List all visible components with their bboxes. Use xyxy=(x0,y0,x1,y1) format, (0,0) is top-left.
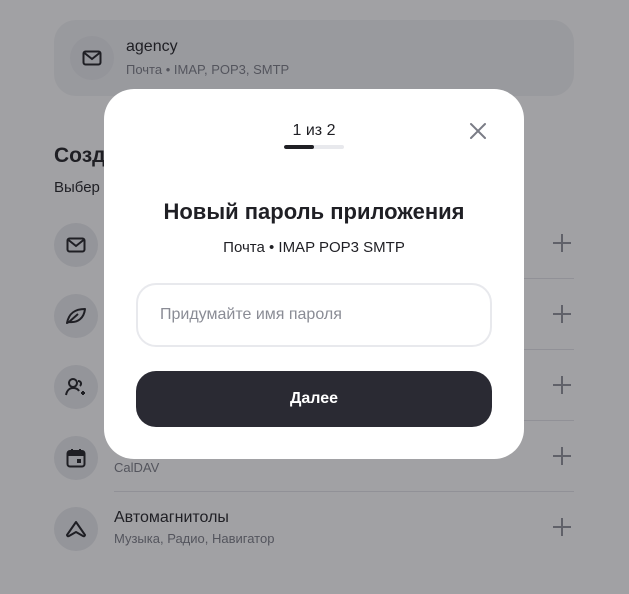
new-app-password-dialog: 1 из 2 Новый пароль приложения Почта • I… xyxy=(104,89,524,459)
dialog-title: Новый пароль приложения xyxy=(163,199,465,224)
step-progress-bar xyxy=(284,145,344,149)
close-icon[interactable] xyxy=(466,119,490,143)
next-button[interactable]: Далее xyxy=(136,371,492,427)
step-progress-fill xyxy=(284,145,314,149)
page: agency Почта • IMAP, POP3, SMTP Созда Вы… xyxy=(0,0,629,594)
dialog-subtitle: Почта • IMAP POP3 SMTP xyxy=(223,239,405,256)
step-indicator: 1 из 2 xyxy=(292,122,336,139)
password-name-input[interactable] xyxy=(136,283,492,347)
